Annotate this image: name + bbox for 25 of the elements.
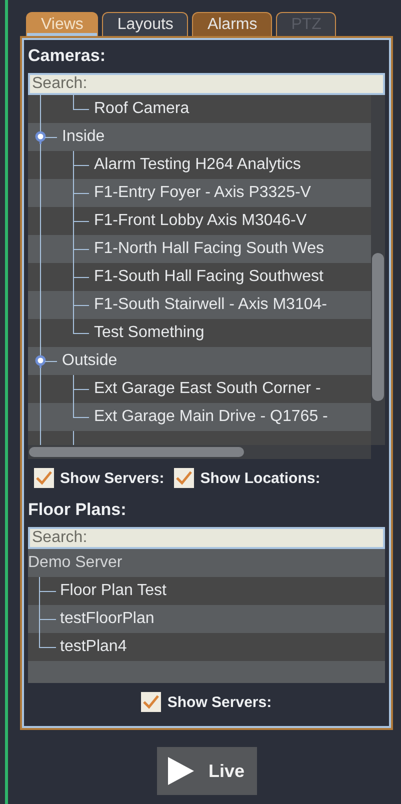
- checkbox-label: Show Servers:: [167, 694, 272, 710]
- checkbox-label: Show Locations:: [200, 470, 320, 486]
- camera-item[interactable]: Roof Camera: [94, 100, 190, 118]
- play-icon: [168, 757, 194, 785]
- floor-plan-item[interactable]: testPlan4: [60, 638, 127, 656]
- search-field[interactable]: Search:: [28, 73, 385, 95]
- horizontal-scrollbar[interactable]: [28, 445, 371, 459]
- search-field[interactable]: Search:: [28, 527, 385, 549]
- section-title: Cameras:: [28, 45, 106, 67]
- checkbox[interactable]: [174, 468, 194, 488]
- tab[interactable]: Alarms: [192, 12, 272, 36]
- vertical-scrollbar[interactable]: [371, 95, 385, 445]
- checkbox[interactable]: [34, 468, 54, 488]
- live-button[interactable]: Live: [156, 747, 256, 795]
- section-title: Floor Plans:: [28, 499, 128, 521]
- node-handle-icon[interactable]: [35, 131, 46, 144]
- tree-group-label[interactable]: Inside: [62, 128, 105, 146]
- checkbox[interactable]: [141, 692, 162, 712]
- node-handle-icon[interactable]: [35, 355, 46, 368]
- floor-plan-item[interactable]: testFloorPlan: [60, 610, 154, 628]
- checkbox-label: Show Servers:: [60, 470, 164, 486]
- floor-plan-item[interactable]: Floor Plan Test: [60, 582, 166, 600]
- tab[interactable]: Layouts: [102, 12, 188, 36]
- tree-group-label[interactable]: Outside: [62, 352, 118, 370]
- server-item[interactable]: Demo Server: [28, 554, 122, 572]
